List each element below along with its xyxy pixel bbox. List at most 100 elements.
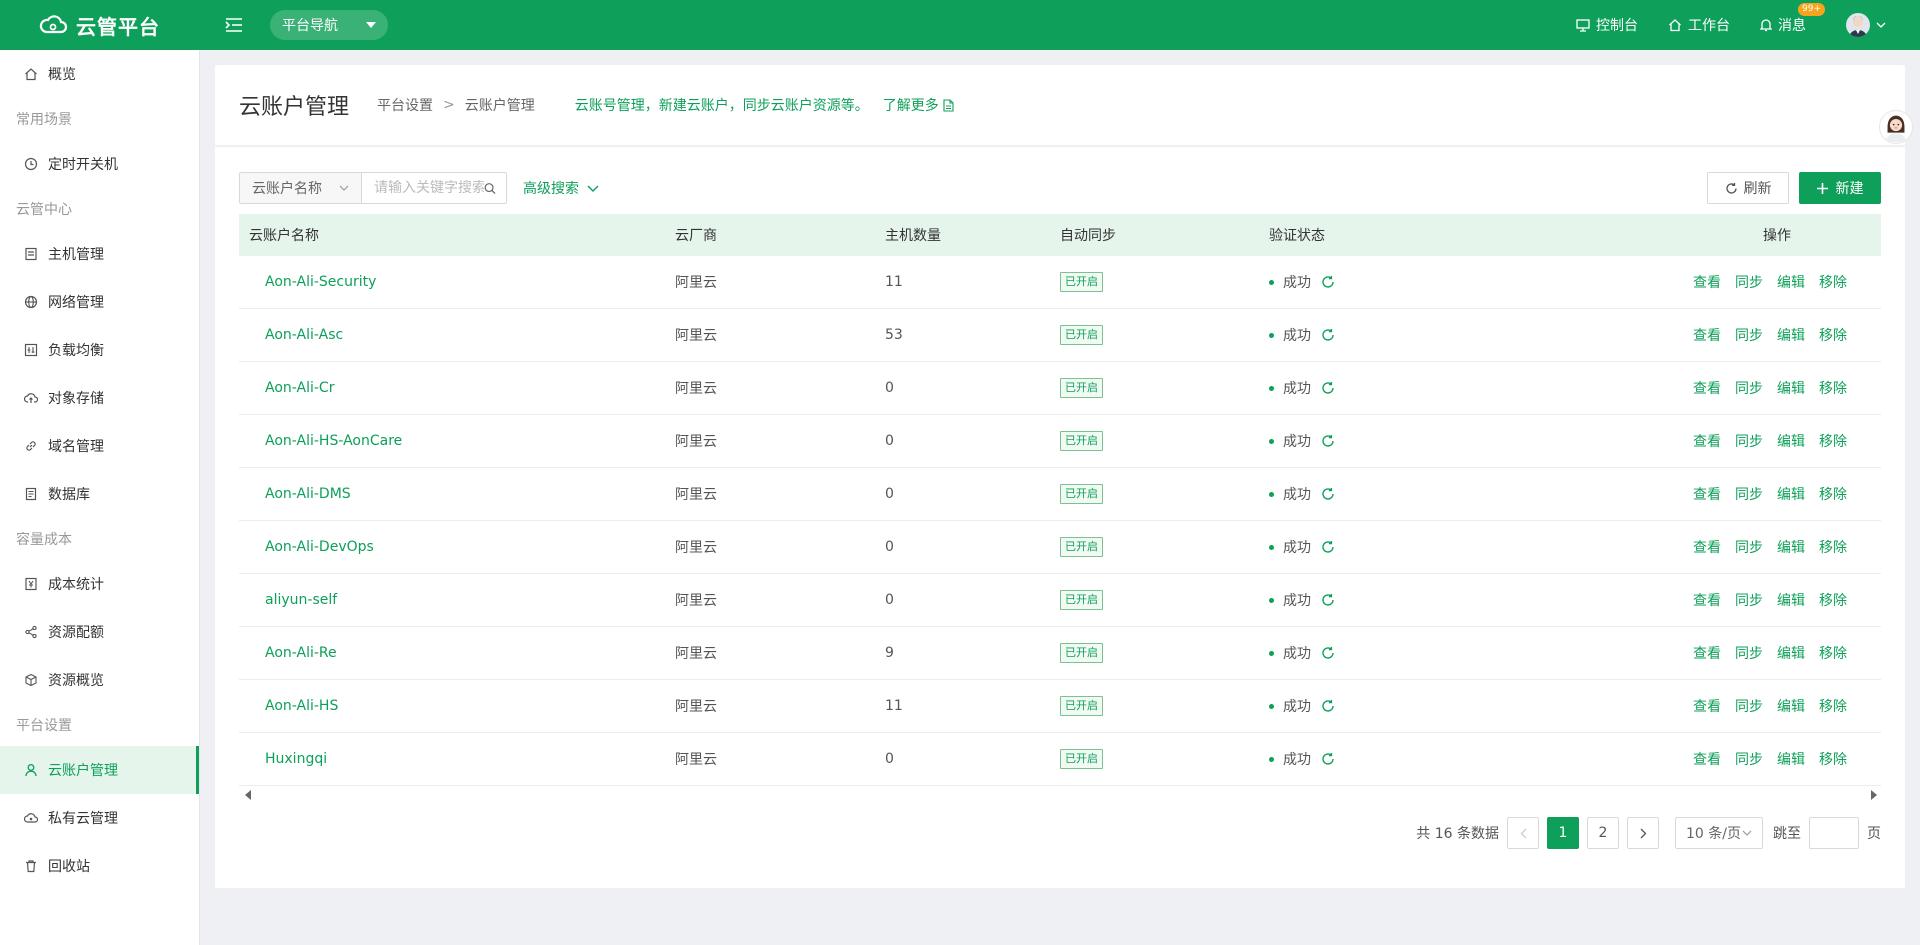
op-edit-link[interactable]: 编辑 (1777, 752, 1805, 768)
sidebar-item-oss[interactable]: 对象存储 (0, 374, 199, 422)
op-edit-link[interactable]: 编辑 (1777, 328, 1805, 344)
op-sync-link[interactable]: 同步 (1735, 540, 1763, 556)
op-remove-link[interactable]: 移除 (1819, 593, 1847, 609)
account-name-link[interactable]: Aon-Ali-HS-AonCare (239, 433, 675, 449)
op-view-link[interactable]: 查看 (1693, 593, 1721, 609)
op-remove-link[interactable]: 移除 (1819, 752, 1847, 768)
platform-nav-dropdown[interactable]: 平台导航 (270, 10, 388, 40)
account-name-link[interactable]: Aon-Ali-Re (239, 645, 675, 661)
app-logo[interactable]: 云管平台 (0, 11, 200, 40)
op-view-link[interactable]: 查看 (1693, 434, 1721, 450)
account-name-link[interactable]: Aon-Ali-HS (239, 698, 675, 714)
reverify-icon[interactable] (1321, 646, 1335, 660)
search-icon[interactable] (484, 182, 496, 195)
sidebar-item-private-cloud[interactable]: 私有云管理 (0, 794, 199, 842)
reverify-icon[interactable] (1321, 752, 1335, 766)
op-view-link[interactable]: 查看 (1693, 646, 1721, 662)
new-account-button[interactable]: 新建 (1799, 172, 1881, 204)
table-row: Aon-Ali-DevOps 阿里云 0 已开启 成功 查看 同步 编辑 移除 (239, 521, 1881, 574)
reverify-icon[interactable] (1321, 593, 1335, 607)
op-view-link[interactable]: 查看 (1693, 540, 1721, 556)
op-view-link[interactable]: 查看 (1693, 699, 1721, 715)
account-name-link[interactable]: aliyun-self (239, 592, 675, 608)
console-link[interactable]: 控制台 (1576, 15, 1638, 35)
op-sync-link[interactable]: 同步 (1735, 381, 1763, 397)
reverify-icon[interactable] (1321, 540, 1335, 554)
op-sync-link[interactable]: 同步 (1735, 487, 1763, 503)
menu-toggle-icon[interactable] (224, 15, 244, 35)
sidebar-item-quota[interactable]: 资源配额 (0, 608, 199, 656)
op-remove-link[interactable]: 移除 (1819, 699, 1847, 715)
sidebar-item-res-overview[interactable]: 资源概览 (0, 656, 199, 704)
sidebar-item-cost-stats[interactable]: 成本统计 (0, 560, 199, 608)
op-sync-link[interactable]: 同步 (1735, 434, 1763, 450)
sidebar-item-overview[interactable]: 概览 (0, 50, 199, 98)
advanced-search-toggle[interactable]: 高级搜索 (523, 178, 599, 198)
sidebar-item-recycle[interactable]: 回收站 (0, 842, 199, 890)
sidebar-item-timer[interactable]: 定时开关机 (0, 140, 199, 188)
op-sync-link[interactable]: 同步 (1735, 275, 1763, 291)
op-remove-link[interactable]: 移除 (1819, 434, 1847, 450)
op-remove-link[interactable]: 移除 (1819, 275, 1847, 291)
op-remove-link[interactable]: 移除 (1819, 328, 1847, 344)
account-name-link[interactable]: Aon-Ali-DMS (239, 486, 675, 502)
op-edit-link[interactable]: 编辑 (1777, 699, 1805, 715)
jump-page-input[interactable] (1809, 817, 1859, 849)
scroll-right-icon[interactable] (1871, 790, 1877, 800)
sidebar-item-domain[interactable]: 域名管理 (0, 422, 199, 470)
reverify-icon[interactable] (1321, 434, 1335, 448)
prev-page-button[interactable] (1507, 817, 1539, 849)
op-edit-link[interactable]: 编辑 (1777, 646, 1805, 662)
op-edit-link[interactable]: 编辑 (1777, 434, 1805, 450)
page-button-2[interactable]: 2 (1587, 817, 1619, 849)
op-edit-link[interactable]: 编辑 (1777, 540, 1805, 556)
reverify-icon[interactable] (1321, 487, 1335, 501)
op-sync-link[interactable]: 同步 (1735, 328, 1763, 344)
refresh-button[interactable]: 刷新 (1707, 172, 1789, 204)
op-remove-link[interactable]: 移除 (1819, 381, 1847, 397)
horizontal-scrollbar[interactable] (239, 789, 1881, 801)
op-view-link[interactable]: 查看 (1693, 487, 1721, 503)
sidebar-item-hosts[interactable]: 主机管理 (0, 230, 199, 278)
sidebar-item-cloud-accounts[interactable]: 云账户管理 (0, 746, 199, 794)
op-view-link[interactable]: 查看 (1693, 275, 1721, 291)
user-menu[interactable] (1846, 13, 1886, 37)
op-sync-link[interactable]: 同步 (1735, 699, 1763, 715)
sidebar-item-lb[interactable]: 负载均衡 (0, 326, 199, 374)
account-name-link[interactable]: Huxingqi (239, 751, 675, 767)
op-sync-link[interactable]: 同步 (1735, 593, 1763, 609)
op-remove-link[interactable]: 移除 (1819, 540, 1847, 556)
reverify-icon[interactable] (1321, 275, 1335, 289)
next-page-button[interactable] (1627, 817, 1659, 849)
account-name-link[interactable]: Aon-Ali-DevOps (239, 539, 675, 555)
op-sync-link[interactable]: 同步 (1735, 752, 1763, 768)
workbench-link[interactable]: 工作台 (1668, 15, 1730, 35)
reverify-icon[interactable] (1321, 699, 1335, 713)
breadcrumb-item-platform[interactable]: 平台设置 (377, 95, 433, 115)
op-edit-link[interactable]: 编辑 (1777, 593, 1805, 609)
search-field-select[interactable]: 云账户名称 (240, 173, 362, 203)
op-remove-link[interactable]: 移除 (1819, 646, 1847, 662)
assistant-avatar[interactable] (1879, 110, 1913, 144)
op-view-link[interactable]: 查看 (1693, 381, 1721, 397)
page-size-select[interactable]: 10 条/页 (1675, 817, 1763, 849)
account-name-link[interactable]: Aon-Ali-Cr (239, 380, 675, 396)
op-remove-link[interactable]: 移除 (1819, 487, 1847, 503)
reverify-icon[interactable] (1321, 381, 1335, 395)
account-name-link[interactable]: Aon-Ali-Asc (239, 327, 675, 343)
op-edit-link[interactable]: 编辑 (1777, 381, 1805, 397)
account-name-link[interactable]: Aon-Ali-Security (239, 274, 675, 290)
op-sync-link[interactable]: 同步 (1735, 646, 1763, 662)
scroll-left-icon[interactable] (245, 790, 251, 800)
op-view-link[interactable]: 查看 (1693, 752, 1721, 768)
learn-more-link[interactable]: 了解更多 (883, 95, 954, 115)
op-edit-link[interactable]: 编辑 (1777, 487, 1805, 503)
sidebar-item-network[interactable]: 网络管理 (0, 278, 199, 326)
search-input[interactable] (374, 180, 484, 196)
reverify-icon[interactable] (1321, 328, 1335, 342)
page-button-1[interactable]: 1 (1547, 817, 1579, 849)
op-edit-link[interactable]: 编辑 (1777, 275, 1805, 291)
messages-link[interactable]: 消息 99+ (1760, 3, 1825, 35)
sidebar-item-db[interactable]: 数据库 (0, 470, 199, 518)
op-view-link[interactable]: 查看 (1693, 328, 1721, 344)
